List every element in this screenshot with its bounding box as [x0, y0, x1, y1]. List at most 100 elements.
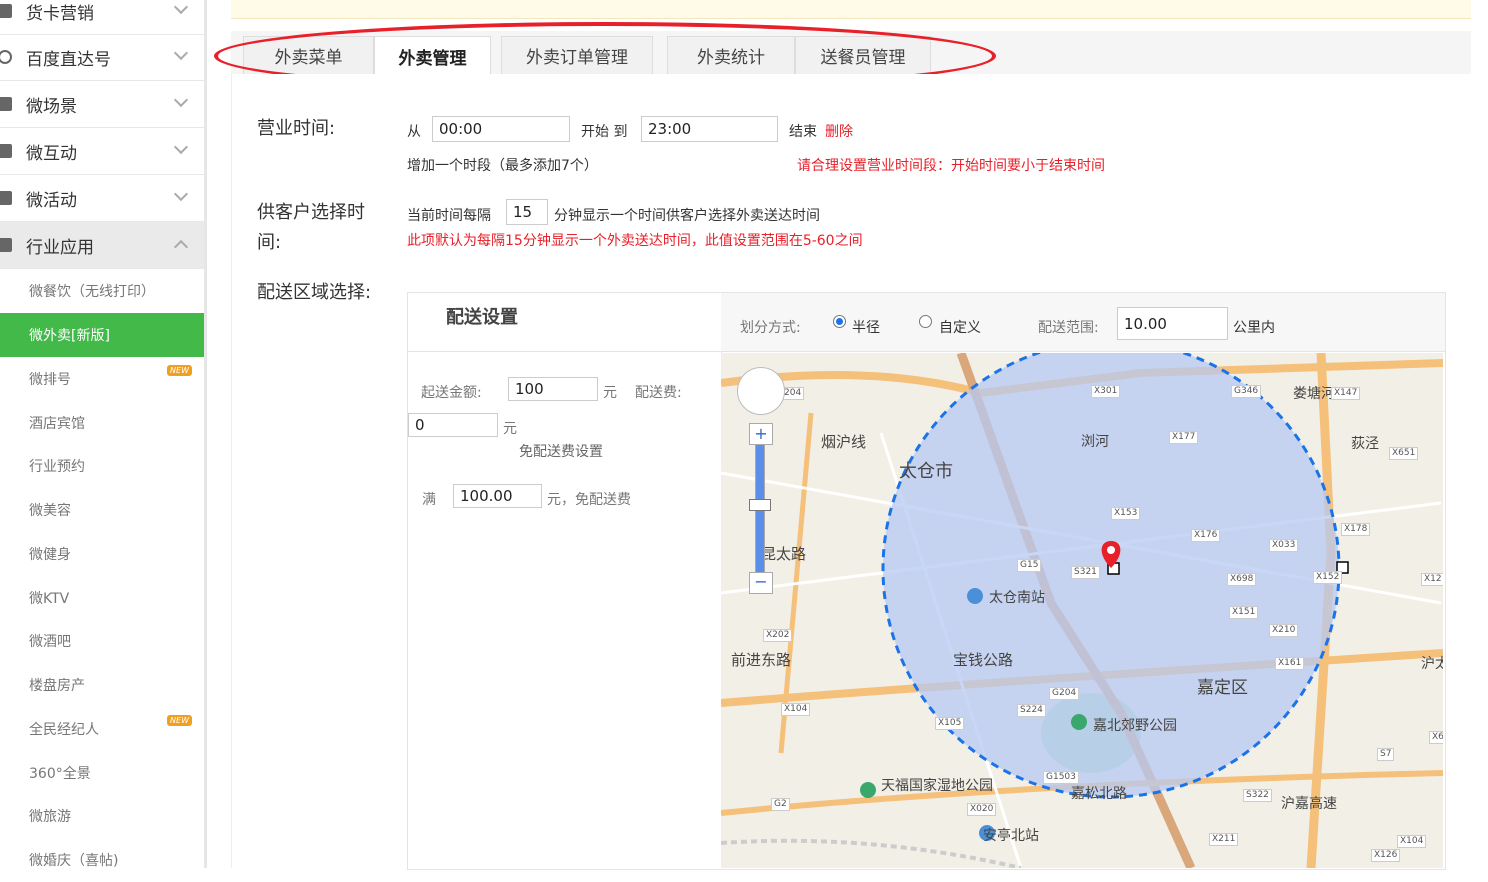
sidebar-item-scene[interactable]: 微场景: [0, 81, 204, 128]
interact-icon: [0, 144, 12, 158]
sidebar-item-baidu[interactable]: 百度直达号: [0, 34, 204, 81]
business-hours-label: 营业时间:: [257, 118, 336, 139]
map-road-code: X6: [1429, 731, 1443, 744]
sidebar-item-activity[interactable]: 微活动: [0, 175, 204, 222]
sidebar-sub-item[interactable]: 微排号 NEW: [0, 357, 204, 401]
end-text: 结束: [789, 124, 817, 140]
sidebar-item-card-marketing[interactable]: 货卡营销: [0, 0, 204, 35]
tab-takeout-menu[interactable]: 外卖菜单: [243, 36, 374, 74]
sidebar-item-label: 微活动: [26, 190, 77, 211]
map-place-label: 安亭北站: [983, 828, 1039, 844]
map-road-code: X151: [1229, 606, 1259, 619]
sidebar-sub-item-active[interactable]: 微外卖[新版]: [0, 313, 204, 357]
tab-courier-management[interactable]: 送餐员管理: [795, 36, 931, 74]
sidebar-sub-item[interactable]: 全民经纪人 NEW: [0, 707, 204, 751]
tab-label: 外卖统计: [697, 48, 765, 68]
map-place-label: 嘉定区: [1197, 678, 1248, 698]
range-input[interactable]: [1117, 307, 1228, 340]
custom-label: 自定义: [939, 320, 981, 336]
chevron-up-icon: [173, 239, 189, 255]
interval-input[interactable]: [506, 199, 548, 225]
map-road-code: X033: [1269, 539, 1299, 552]
delivery-map[interactable]: 太仓市 嘉定区 太仓南站 嘉北郊野公园 天福国家湿地公园 安亭北站 前进东路 昆太路 宝钱公路 烟…: [721, 353, 1443, 868]
map-road-code: X202: [763, 629, 793, 642]
map-place-label: 娄塘河: [1293, 386, 1335, 402]
map-road-code: X161: [1275, 657, 1305, 670]
start-time-input[interactable]: [432, 116, 570, 142]
settings-body: 起送金额: 元 配送费: 元 免配送费设置 满 元，免配送费: [408, 352, 722, 517]
map-road-code: X104: [1397, 835, 1427, 848]
sidebar-item-interact[interactable]: 微互动: [0, 128, 204, 175]
chevron-down-icon: [173, 139, 189, 155]
sidebar-sub-item[interactable]: 360°全景: [0, 751, 204, 795]
map-road-code: X126: [1371, 849, 1401, 862]
zoom-in-button[interactable]: +: [749, 423, 773, 445]
tab-takeout-management[interactable]: 外卖管理: [374, 36, 491, 76]
map-place-label: 太仓市: [899, 461, 953, 482]
tab-label: 外卖订单管理: [526, 48, 628, 68]
divide-label: 划分方式:: [740, 320, 801, 336]
sidebar-sub-item[interactable]: 微KTV: [0, 576, 204, 620]
full-amount-input[interactable]: [453, 484, 542, 508]
sub-item-label: 微旅游: [29, 809, 71, 825]
map-road-code: X12: [1421, 573, 1443, 586]
sidebar-sub-item[interactable]: 行业预约: [0, 444, 204, 488]
delete-link[interactable]: 删除: [825, 121, 853, 141]
map-road-code: X698: [1227, 573, 1257, 586]
tab-statistics[interactable]: 外卖统计: [667, 36, 795, 74]
map-road-code: X301: [1091, 385, 1121, 398]
tab-label: 外卖管理: [398, 49, 467, 69]
sidebar-item-label: 行业应用: [26, 237, 94, 258]
settings-header: 配送设置: [408, 293, 722, 352]
sidebar-sub-item[interactable]: 酒店宾馆: [0, 401, 204, 445]
sidebar-sub-item[interactable]: 微旅游: [0, 794, 204, 838]
custom-radio[interactable]: [919, 315, 932, 328]
map-road-code: S321: [1071, 566, 1100, 579]
sidebar-item-industry[interactable]: 行业应用: [0, 222, 204, 269]
sidebar-sub-item[interactable]: 微健身: [0, 532, 204, 576]
sidebar-sub-item[interactable]: 楼盘房产: [0, 663, 204, 707]
add-period-link[interactable]: 增加一个时段（最多添加7个）: [407, 155, 598, 175]
zoom-slider-handle[interactable]: [749, 499, 771, 511]
map-place-label: 沪嘉高速: [1281, 796, 1337, 812]
map-place-label: 宝钱公路: [953, 651, 1014, 669]
scene-icon: [0, 97, 12, 111]
interval-suffix: 分钟显示一个时间供客户选择外卖送达时间: [554, 208, 820, 224]
tab-order-management[interactable]: 外卖订单管理: [501, 36, 653, 74]
map-road-code: X211: [1209, 833, 1239, 846]
sidebar-item-label: 微互动: [26, 143, 77, 164]
map-place-label: 沪太公路: [1421, 656, 1443, 672]
chevron-down-icon: [173, 92, 189, 108]
sidebar-sub-item[interactable]: 微酒吧: [0, 619, 204, 663]
min-amount-input[interactable]: [508, 377, 598, 401]
min-amount-unit: 元: [603, 385, 617, 401]
fee-input[interactable]: [408, 413, 498, 437]
map-place-label: 太仓南站: [989, 590, 1045, 606]
map-road-code: G204: [1049, 687, 1080, 700]
zoom-out-button[interactable]: −: [749, 572, 773, 594]
tab-bar: 外卖菜单 外卖管理 外卖订单管理 外卖统计 送餐员管理: [231, 31, 1471, 76]
sidebar-sub-item[interactable]: 微婚庆（喜帖): [0, 838, 204, 882]
map-place-label: 烟沪线: [821, 433, 867, 451]
full-suffix: 元，免配送费: [547, 492, 631, 508]
new-badge: NEW: [167, 365, 192, 376]
map-road-code: X147: [1331, 387, 1361, 400]
chevron-down-icon: [173, 0, 189, 15]
end-time-input[interactable]: [641, 116, 778, 142]
sidebar-item-label: 货卡营销: [26, 3, 94, 24]
sub-item-label: 酒店宾馆: [29, 416, 85, 432]
radius-label: 半径: [852, 320, 880, 336]
sidebar-sub-item[interactable]: 微美容: [0, 488, 204, 532]
start-to-text: 开始 到: [581, 124, 628, 140]
tab-label: 外卖菜单: [274, 48, 343, 68]
pan-control[interactable]: [737, 367, 785, 415]
divide-header: 划分方式: 半径 自定义 配送范围: 公里内: [721, 293, 1445, 352]
radius-radio[interactable]: [833, 315, 846, 328]
map-place-label: 嘉北郊野公园: [1093, 718, 1177, 734]
sidebar-item-label: 微场景: [26, 96, 77, 117]
map-place-label: 前进东路: [731, 651, 792, 669]
baidu-icon: [0, 50, 12, 64]
sidebar-sub-item[interactable]: 微餐饮（无线打印）: [0, 269, 204, 313]
sidebar-scrollbar[interactable]: [204, 0, 207, 868]
sub-item-label: 微婚庆（喜帖): [29, 853, 119, 869]
